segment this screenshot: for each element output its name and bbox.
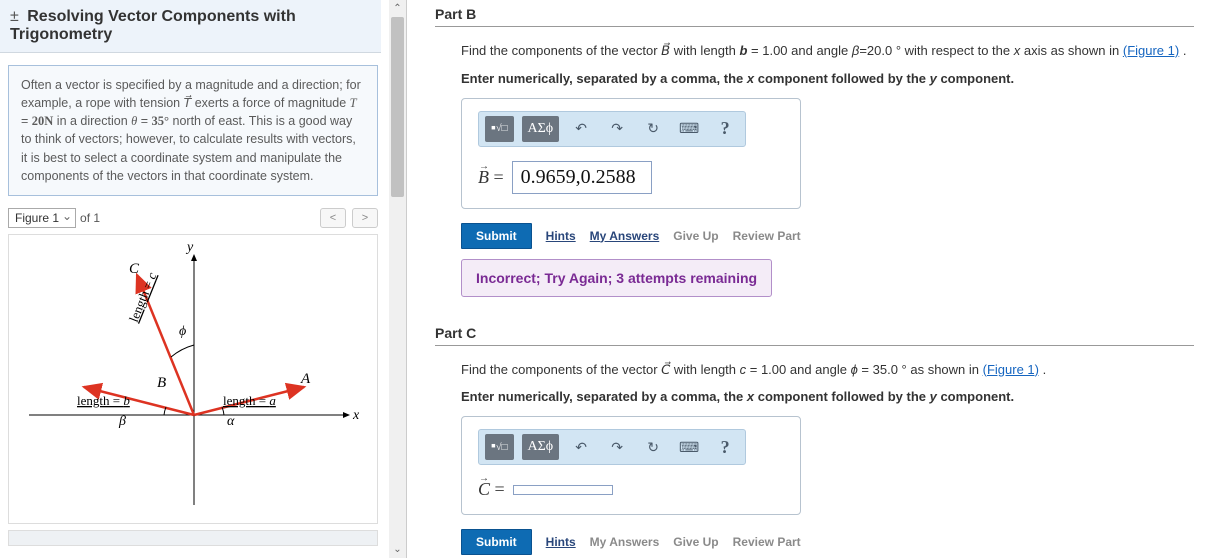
part-c-lhs: C→ =	[478, 479, 505, 500]
scroll-down-icon[interactable]: ⌄	[389, 541, 406, 558]
svg-text:α: α	[227, 414, 235, 429]
figure-select[interactable]: Figure 1	[8, 208, 76, 228]
hints-link[interactable]: Hints	[546, 229, 576, 243]
right-panel: Part B Find the components of the vector…	[407, 0, 1214, 558]
svg-text:x: x	[352, 408, 360, 423]
undo-icon[interactable]: ↶	[567, 434, 595, 460]
left-scrollbar[interactable]: ⌃ ⌄	[389, 0, 406, 558]
figure-link[interactable]: (Figure 1)	[983, 362, 1039, 377]
svg-text:A⃗: A⃗	[300, 371, 322, 387]
my-answers-link[interactable]: My Answers	[590, 535, 660, 549]
equation-toolbar: ▪√□ ΑΣϕ ↶ ↷ ↻ ⌨ ?	[478, 429, 746, 465]
figure-nav: Figure 1 of 1 < >	[8, 208, 378, 228]
svg-text:B⃗: B⃗	[157, 375, 178, 391]
svg-text:β: β	[118, 414, 126, 429]
figure-diagram: x y A⃗ length = a α B⃗ length = b β C⃗ l…	[8, 234, 378, 524]
help-icon[interactable]: ?	[711, 434, 739, 460]
part-b-answer-box: ▪√□ ΑΣϕ ↶ ↷ ↻ ⌨ ? B→ = 0.9659,0.2588	[461, 98, 801, 209]
svg-text:length = b: length = b	[77, 393, 130, 408]
template-icon[interactable]: ▪√□	[485, 434, 514, 460]
keyboard-icon[interactable]: ⌨	[675, 434, 703, 460]
part-b-actions: Submit Hints My Answers Give Up Review P…	[461, 223, 1194, 249]
give-up-link[interactable]: Give Up	[673, 535, 718, 549]
collapse-icon[interactable]: ±	[10, 8, 19, 25]
assignment-title-bar[interactable]: ± Resolving Vector Components with Trigo…	[0, 0, 381, 53]
part-c-prompt: Find the components of the vector C⃗ wit…	[461, 360, 1194, 380]
part-b-lhs: B→ =	[478, 167, 504, 188]
intro-text-box: Often a vector is specified by a magnitu…	[8, 65, 378, 196]
submit-button[interactable]: Submit	[461, 223, 532, 249]
figure-bottom-bar	[8, 530, 378, 546]
template-icon[interactable]: ▪√□	[485, 116, 514, 142]
part-b-prompt: Find the components of the vector B⃗ wit…	[461, 41, 1194, 61]
svg-text:length = a: length = a	[223, 393, 276, 408]
equation-toolbar: ▪√□ ΑΣϕ ↶ ↷ ↻ ⌨ ?	[478, 111, 746, 147]
greek-button[interactable]: ΑΣϕ	[522, 434, 560, 460]
hints-link[interactable]: Hints	[546, 535, 576, 549]
part-c-header: Part C	[435, 325, 1194, 346]
part-b-header: Part B	[435, 6, 1194, 27]
feedback-message: Incorrect; Try Again; 3 attempts remaini…	[461, 259, 772, 297]
part-b: Part B Find the components of the vector…	[435, 6, 1194, 297]
scroll-up-icon[interactable]: ⌃	[389, 0, 406, 17]
reset-icon[interactable]: ↻	[639, 434, 667, 460]
assignment-title: Resolving Vector Components with Trigono…	[10, 8, 296, 43]
reset-icon[interactable]: ↻	[639, 116, 667, 142]
part-c-actions: Submit Hints My Answers Give Up Review P…	[461, 529, 1194, 555]
redo-icon[interactable]: ↷	[603, 434, 631, 460]
give-up-link[interactable]: Give Up	[673, 229, 718, 243]
svg-text:ϕ: ϕ	[179, 324, 186, 339]
figure-prev-button[interactable]: <	[320, 208, 346, 228]
review-part-link[interactable]: Review Part	[733, 229, 801, 243]
my-answers-link[interactable]: My Answers	[590, 229, 660, 243]
part-b-input[interactable]: 0.9659,0.2588	[512, 161, 652, 194]
part-c-answer-box: ▪√□ ΑΣϕ ↶ ↷ ↻ ⌨ ? C→ =	[461, 416, 801, 515]
keyboard-icon[interactable]: ⌨	[675, 116, 703, 142]
part-c-instruction: Enter numerically, separated by a comma,…	[461, 389, 1194, 404]
part-b-instruction: Enter numerically, separated by a comma,…	[461, 71, 1194, 86]
part-c-input[interactable]	[513, 485, 613, 495]
greek-button[interactable]: ΑΣϕ	[522, 116, 560, 142]
help-icon[interactable]: ?	[711, 116, 739, 142]
scroll-thumb[interactable]	[391, 17, 404, 197]
figure-next-button[interactable]: >	[352, 208, 378, 228]
part-c: Part C Find the components of the vector…	[435, 325, 1194, 556]
svg-text:y: y	[185, 240, 194, 255]
submit-button[interactable]: Submit	[461, 529, 532, 555]
figure-link[interactable]: (Figure 1)	[1123, 43, 1179, 58]
undo-icon[interactable]: ↶	[567, 116, 595, 142]
figure-count: of 1	[80, 211, 100, 225]
review-part-link[interactable]: Review Part	[733, 535, 801, 549]
left-panel: ± Resolving Vector Components with Trigo…	[0, 0, 407, 558]
redo-icon[interactable]: ↷	[603, 116, 631, 142]
